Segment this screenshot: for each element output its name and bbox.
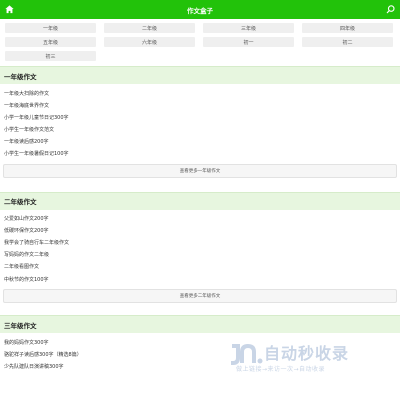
section-title-grade2: 二年级作文 (0, 191, 400, 210)
list-item[interactable]: 一年级大扫除的作文 (4, 87, 396, 99)
top-bar: 作文盒子 (0, 0, 400, 19)
grade-button-8[interactable]: 初二 (302, 37, 393, 47)
grade-button-1[interactable]: 一年级 (5, 23, 96, 33)
watermark-brand: 自动秒收录 (264, 344, 350, 363)
list-item[interactable]: 小学一年级儿童节日记300字 (4, 111, 396, 123)
list-item[interactable]: 一年级读后感200字 (4, 135, 396, 147)
home-icon[interactable] (4, 4, 15, 15)
watermark-subtitle: 做上链接→来访一次→自动收录 (236, 366, 326, 373)
list-item[interactable]: 父爱如山作文200字 (4, 213, 396, 225)
grade-button-6[interactable]: 六年级 (104, 37, 195, 47)
list-item[interactable]: 写妈妈的作文二年级 (4, 249, 396, 261)
page-title: 作文盒子 (187, 6, 213, 15)
section-title-grade3: 三年级作文 (0, 315, 400, 334)
list-item[interactable]: 小学生一年级暑假日记100字 (4, 147, 396, 159)
grade-button-7[interactable]: 初一 (203, 37, 294, 47)
grade-button-5[interactable]: 五年级 (5, 37, 96, 47)
more-grade1-button[interactable]: 查看更多一年级作文 (3, 163, 397, 178)
grade-button-2[interactable]: 二年级 (104, 23, 195, 33)
list-item[interactable]: 中秋节的作文100字 (4, 273, 396, 285)
article-list-grade1: 一年级大扫除的作文 一年级海底世界作文 小学一年级儿童节日记300字 小学生一年… (0, 84, 400, 160)
grade-button-3[interactable]: 三年级 (203, 23, 294, 33)
section-title-grade1: 一年级作文 (0, 66, 400, 84)
list-item[interactable]: 小学生一年级作文范文 (4, 123, 396, 135)
list-item[interactable]: 二年级看图作文 (4, 261, 396, 273)
grade-nav: 一年级 二年级 三年级 四年级 五年级 六年级 初一 初二 初三 (0, 19, 400, 61)
grade-button-9[interactable]: 初三 (5, 51, 96, 61)
watermark: 自动秒收录 做上链接→来访一次→自动收录 (228, 338, 388, 378)
more-grade2-button[interactable]: 查看更多二年级作文 (3, 289, 397, 304)
logo-icon (231, 343, 263, 365)
list-item[interactable]: 我学会了骑自行车二年级作文 (4, 237, 396, 249)
article-list-grade2: 父爱如山作文200字 低碳环保作文200字 我学会了骑自行车二年级作文 写妈妈的… (0, 210, 400, 286)
search-icon[interactable] (385, 4, 396, 15)
list-item[interactable]: 低碳环保作文200字 (4, 225, 396, 237)
list-item[interactable]: 一年级海底世界作文 (4, 99, 396, 111)
grade-button-4[interactable]: 四年级 (302, 23, 393, 33)
